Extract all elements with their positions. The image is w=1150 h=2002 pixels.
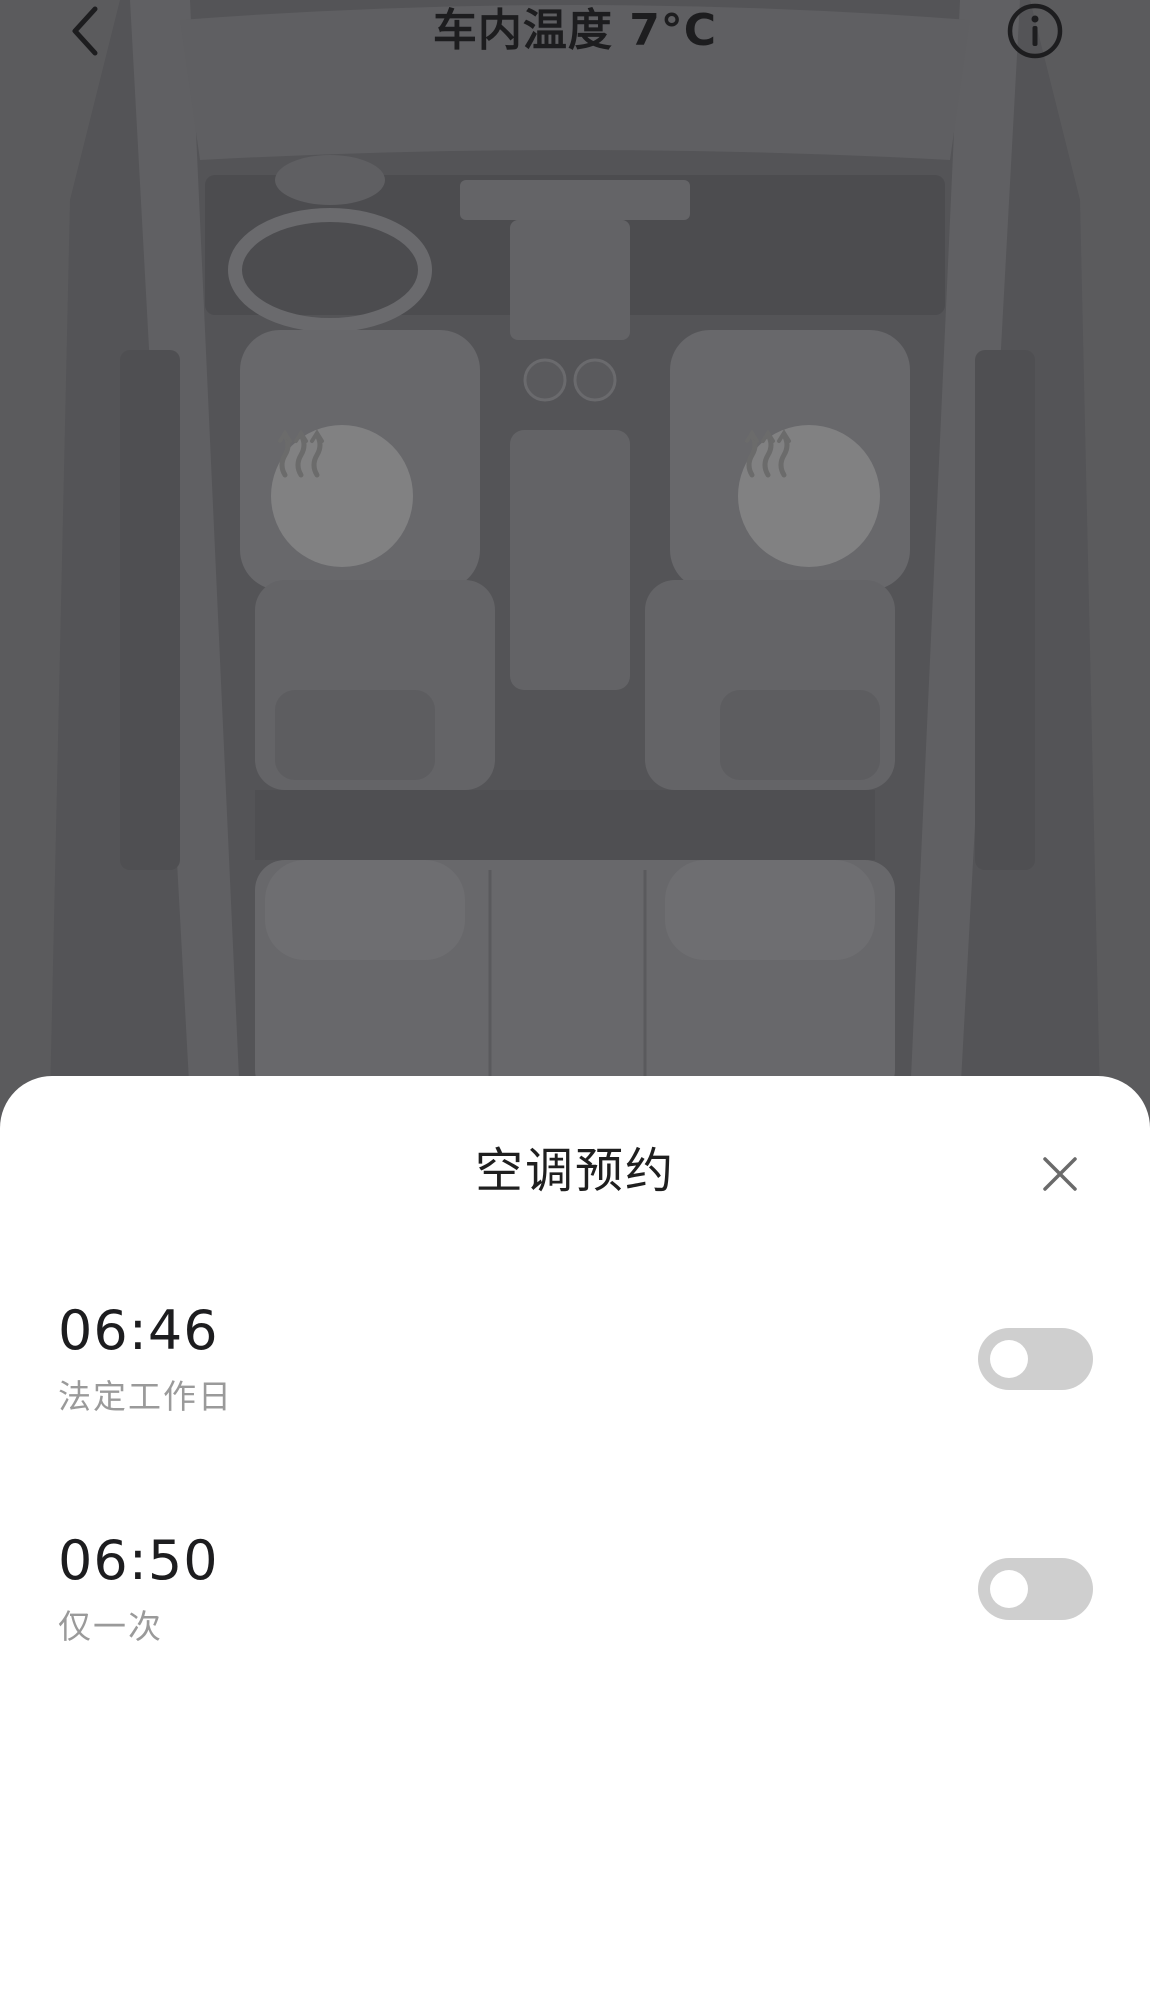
schedule-item[interactable]: 06:46 法定工作日 — [0, 1296, 1150, 1446]
header: 车内温度 7°C — [0, 0, 1150, 70]
seat-heat-left-button[interactable] — [271, 425, 413, 567]
car-interior-illustration — [0, 0, 1150, 1100]
schedule-toggle[interactable] — [978, 1558, 1093, 1620]
toggle-knob — [990, 1340, 1028, 1378]
seat-heat-icon — [745, 429, 791, 478]
close-icon — [1043, 1157, 1077, 1191]
car-interior-view — [0, 0, 1150, 1100]
schedule-time: 06:50 — [58, 1529, 219, 1592]
schedule-repeat: 法定工作日 — [58, 1377, 233, 1416]
schedule-item[interactable]: 06:50 仅一次 — [0, 1526, 1150, 1676]
info-circle-icon — [1007, 3, 1063, 59]
ac-schedule-sheet: 空调预约 06:46 法定工作日 06:50 仅一次 — [0, 1076, 1150, 2002]
screen: 车内温度 7°C 空调预约 06:46 法定工作日 06:50 仅一次 — [0, 0, 1150, 2002]
schedule-repeat: 仅一次 — [58, 1607, 163, 1646]
schedule-time: 06:46 — [58, 1299, 219, 1362]
seat-heat-right-button[interactable] — [738, 425, 880, 567]
info-button[interactable] — [1004, 0, 1066, 62]
seat-heat-icon — [278, 429, 324, 478]
toggle-knob — [990, 1570, 1028, 1608]
page-title: 车内温度 7°C — [432, 5, 718, 56]
sheet-title: 空调预约 — [474, 1143, 675, 1199]
schedule-toggle[interactable] — [978, 1328, 1093, 1390]
close-button[interactable] — [1030, 1144, 1090, 1204]
